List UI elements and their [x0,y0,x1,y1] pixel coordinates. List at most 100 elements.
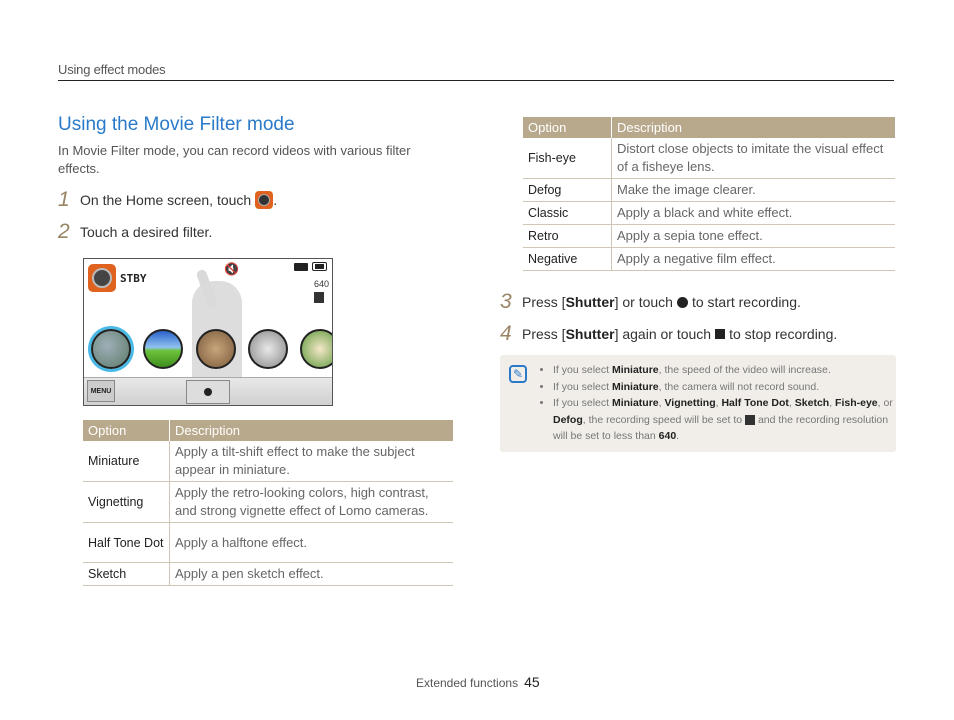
option-cell: Miniature [83,441,170,482]
step-4: 4 Press [Shutter] again or touch to stop… [500,322,837,346]
shutter-key-label: Shutter [565,326,615,342]
note-text: If you select [553,380,612,393]
section-header: Using effect modes [58,62,166,77]
filter-thumb-half-tone-dot[interactable] [196,329,236,369]
step-text-pre: Press [ [522,326,566,342]
note-text: If you select [553,397,612,409]
step-number: 4 [500,322,512,345]
option-cell: Retro [523,224,612,248]
frame-rate-icon [314,292,324,303]
note-item: If you select Miniature, Vignetting, Hal… [553,395,898,445]
option-cell: Half Tone Dot [83,522,170,563]
step-text: On the Home screen, touch [80,192,252,208]
option-cell: Negative [523,247,612,271]
resolution-icon: 640 [658,430,677,442]
step-number: 2 [58,220,70,243]
footer-label: Extended functions [416,676,519,690]
step-number: 1 [58,188,70,211]
page-number: 45 [524,674,540,690]
note-bold: Half Tone Dot [721,397,789,409]
filter-thumb-sketch[interactable] [248,329,288,369]
camera-screen-illustration: STBY 🔇 640 MENU [83,258,333,406]
note-text: , the camera will not record sound. [658,380,820,393]
intro-text: In Movie Filter mode, you can record vid… [58,143,411,176]
option-cell: Defog [523,178,612,202]
option-cell: Vignetting [83,481,170,523]
description-cell: Make the image clearer. [611,178,895,202]
frame-rate-icon [745,414,756,425]
note-item: If you select Miniature, the camera will… [553,379,898,396]
shutter-key-label: Shutter [565,294,615,310]
step-3: 3 Press [Shutter] or touch to start reco… [500,290,801,314]
note-bold: Fish-eye [835,397,878,409]
note-bold: Sketch [794,397,830,409]
note-bold: Miniature [611,364,659,376]
column-header-option: Option [523,117,612,138]
battery-icon [312,262,327,271]
description-cell: Apply a negative film effect. [611,247,895,271]
column-header-option: Option [83,420,170,441]
filter-options-table-left: Option Description Miniature Apply a tilt… [83,420,453,586]
page-footer: Extended functions 45 [416,674,540,690]
step-text-pre: Press [ [522,294,566,310]
stop-square-icon [715,329,726,339]
column-header-description: Description [611,117,895,138]
note-list: If you select Miniature, the speed of th… [540,362,898,445]
step-2: 2 Touch a desired filter. [58,220,212,244]
column-header-description: Description [169,420,453,441]
movie-filter-mode-icon [255,191,274,209]
filter-thumb-miniature[interactable] [91,329,131,369]
note-text: , the speed of the video will increase. [658,364,831,376]
table-row: Classic Apply a black and white effect. [523,201,895,225]
note-item: If you select Miniature, the speed of th… [553,362,898,379]
table-row: Fish-eye Distort close objects to imitate… [523,138,895,179]
description-cell: Apply a sepia tone effect. [611,224,895,248]
note-bold: Miniature [611,380,659,393]
table-row: Sketch Apply a pen sketch effect. [83,562,453,586]
filter-thumb-vignetting[interactable] [143,329,183,369]
description-cell: Apply a tilt-shift effect to make the su… [169,441,453,482]
table-row: Retro Apply a sepia tone effect. [523,224,895,248]
table-row: Vignetting Apply the retro-looking colors… [83,481,453,523]
note-bold: Defog [553,413,583,426]
header-divider [58,80,894,81]
description-cell: Apply a halftone effect. [169,522,453,563]
filter-options-table-right: Option Description Fish-eye Distort close… [523,117,895,271]
step-1: 1 On the Home screen, touch . [58,188,277,212]
note-text: If you select [553,364,612,376]
record-button[interactable] [186,380,230,404]
note-text: . [676,430,680,442]
note-bold: Miniature [611,397,659,409]
description-cell: Apply a pen sketch effect. [169,562,453,586]
menu-button[interactable]: MENU [87,380,115,402]
record-circle-icon [204,388,212,396]
table-row: Negative Apply a negative film effect. [523,247,895,271]
option-cell: Fish-eye [523,138,612,179]
step-text-end: to stop recording. [729,326,838,342]
step-number: 3 [500,290,512,313]
table-row: Defog Make the image clearer. [523,178,895,202]
table-row: Miniature Apply a tilt-shift effect to ma… [83,441,453,482]
memory-card-icon [294,263,308,271]
note-bold: Vignetting [664,397,716,409]
description-cell: Apply the retro-looking colors, high con… [169,481,453,523]
option-cell: Classic [523,201,612,225]
table-row: Half Tone Dot Apply a halftone effect. [83,522,453,563]
step-text: Touch a desired filter. [80,224,213,240]
note-text: , the recording speed will be set to [582,413,743,426]
status-text: STBY [120,272,147,285]
step-suffix: . [273,192,278,208]
movie-filter-mode-icon [88,264,116,292]
note-pencil-icon: ✎ [509,365,527,383]
step-text-post: ] again or touch [614,326,712,342]
note-text: , or [877,397,893,409]
resolution-text: 640 [314,279,330,289]
step-text-end: to start recording. [691,294,801,310]
description-cell: Apply a black and white effect. [611,201,895,225]
description-cell: Distort close objects to imitate the vis… [611,138,895,179]
note-box: If you select Miniature, the speed of th… [500,355,896,452]
page-title: Using the Movie Filter mode [58,114,295,135]
filter-thumb-fish-eye[interactable] [300,329,332,369]
step-text-post: ] or touch [614,294,673,310]
option-cell: Sketch [83,562,170,586]
